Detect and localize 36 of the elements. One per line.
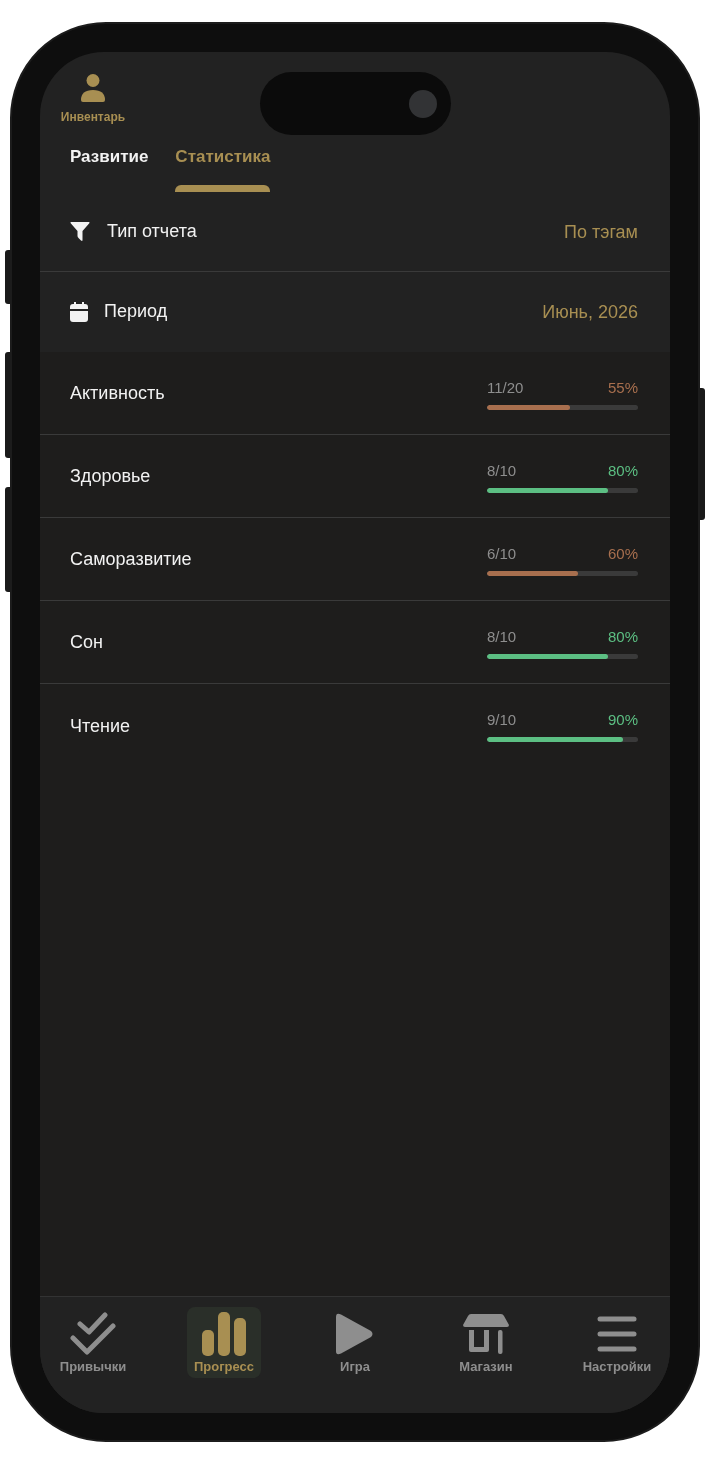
progress-percent: 60% bbox=[607, 544, 638, 563]
tab[interactable]: Развитие bbox=[70, 147, 149, 192]
setting-label: Период bbox=[104, 300, 168, 322]
category-name: Сон bbox=[70, 631, 103, 653]
progress-count: 9/10 bbox=[487, 711, 517, 729]
inventory-button[interactable]: Инвентарь bbox=[54, 74, 132, 124]
play-icon bbox=[336, 1312, 374, 1356]
person-icon bbox=[81, 74, 105, 102]
tab[interactable]: Статистика bbox=[175, 147, 271, 192]
category-name: Здоровье bbox=[70, 465, 151, 487]
setting-label: Тип отчета bbox=[107, 219, 197, 242]
nav-button[interactable]: Магазин bbox=[449, 1307, 523, 1378]
progress-percent: 80% bbox=[607, 627, 638, 646]
setting-value[interactable]: По тэгам bbox=[564, 220, 638, 243]
setting-value[interactable]: Июнь, 2026 bbox=[542, 301, 638, 323]
nav-button[interactable]: Прогресс bbox=[187, 1307, 261, 1378]
progress-count: 8/10 bbox=[487, 461, 517, 480]
category-name: Чтение bbox=[70, 714, 131, 737]
progress-count: 8/10 bbox=[487, 627, 517, 646]
menu-icon bbox=[597, 1316, 637, 1352]
nav-button[interactable]: Игра bbox=[318, 1307, 392, 1378]
double-check-icon bbox=[70, 1312, 116, 1356]
progress-percent: 80% bbox=[607, 461, 638, 480]
nav-button[interactable]: Привычки bbox=[56, 1307, 130, 1378]
category-name: Активность bbox=[70, 382, 165, 404]
filter-icon bbox=[70, 222, 90, 241]
nav-button[interactable]: Настройки bbox=[580, 1307, 654, 1378]
progress-percent: 55% bbox=[607, 378, 638, 397]
calendar-icon bbox=[70, 302, 88, 322]
progress-count: 11/20 bbox=[487, 378, 524, 397]
progress-count: 6/10 bbox=[487, 544, 517, 563]
category-name: Саморазвитие bbox=[70, 548, 192, 570]
camera-lens-icon bbox=[409, 89, 437, 118]
store-icon bbox=[463, 1314, 509, 1354]
bar-chart-icon bbox=[202, 1312, 246, 1356]
progress-percent: 90% bbox=[607, 711, 638, 729]
